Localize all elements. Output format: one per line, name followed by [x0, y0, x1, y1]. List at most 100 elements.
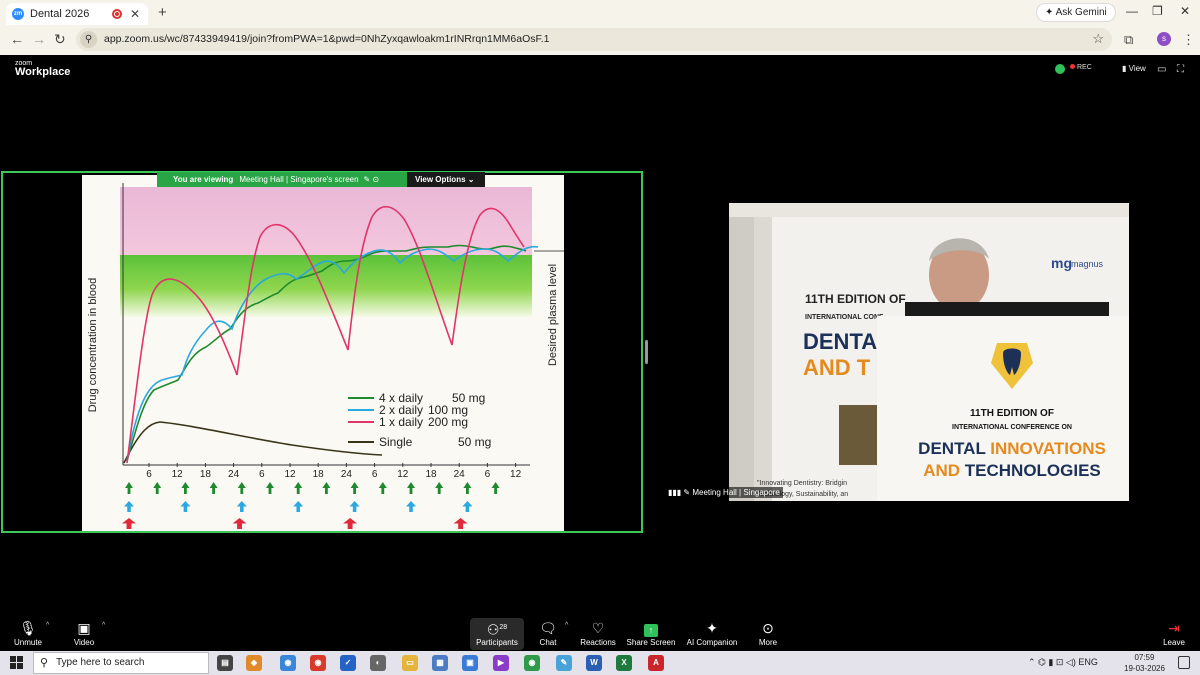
- x-tick-label: 6: [372, 469, 378, 480]
- leave-door-icon: ⇥: [1168, 620, 1180, 636]
- address-bar[interactable]: ⚲ app.zoom.us/wc/87433949419/join?fromPW…: [76, 28, 1112, 51]
- rec-label: REC: [1077, 64, 1092, 71]
- more-dots-icon: ⊙: [762, 620, 774, 636]
- pdf-app-icon[interactable]: A: [648, 655, 664, 671]
- taskbar-clock[interactable]: 07:59 19-03-2026: [1124, 652, 1165, 674]
- forward-arrow-icon[interactable]: →: [32, 31, 46, 47]
- windows-start-icon[interactable]: [10, 656, 24, 670]
- ask-gemini-button[interactable]: ✦ Ask Gemini: [1036, 3, 1116, 22]
- plasma-level-figure: Drug concentration in blood Desired plas…: [87, 183, 564, 529]
- chrome-active-app-icon[interactable]: ◉: [524, 655, 540, 671]
- more-button[interactable]: ⊙ More: [754, 618, 782, 647]
- share-screen-button[interactable]: ↑ Share Screen: [626, 618, 676, 647]
- video-label: Video: [73, 638, 95, 647]
- reactions-label: Reactions: [580, 638, 616, 647]
- store-app-icon[interactable]: ▣: [462, 655, 478, 671]
- legend: 4 x daily 50 mg 2 x daily 100 mg 1 x dai…: [348, 391, 491, 449]
- x-tick-label: 6: [146, 469, 152, 480]
- back-arrow-icon[interactable]: ←: [10, 31, 24, 47]
- unmute-button[interactable]: 🎙 Unmute: [12, 618, 44, 647]
- legend-label-one-daily: 1 x daily: [379, 415, 423, 429]
- taskbar-search-placeholder: Type here to search: [56, 657, 145, 668]
- backdrop-edition: 11TH EDITION OF: [805, 292, 906, 306]
- encryption-shield-icon[interactable]: [1055, 64, 1065, 74]
- calculator-app-icon[interactable]: ▦: [432, 655, 448, 671]
- copilot-app-icon[interactable]: ◆: [246, 655, 262, 671]
- system-tray[interactable]: ⌃ ⌬ ▮ ⊡ ◁) ENG: [1028, 657, 1098, 668]
- unmute-label: Unmute: [13, 638, 42, 647]
- green-dose-arrow-icon: [435, 482, 444, 494]
- green-dose-arrow-icon: [209, 482, 218, 494]
- notifications-icon[interactable]: [1178, 656, 1190, 669]
- lectern-title1-orange: INNOVATIONS: [990, 439, 1106, 458]
- participants-button[interactable]: ⚇28 Participants: [472, 618, 522, 647]
- taskbar-search[interactable]: ⚲ Type here to search: [33, 652, 209, 674]
- participants-label: Participants: [476, 638, 518, 647]
- calendar-app-icon[interactable]: ✓: [340, 655, 356, 671]
- red-dose-arrow-icon: [232, 518, 247, 529]
- lectern-title-line1: DENTAL INNOVATIONS: [918, 439, 1106, 458]
- task-view-icon[interactable]: ▤: [217, 655, 233, 671]
- word-app-icon[interactable]: W: [586, 655, 602, 671]
- x-tick-label: 12: [284, 469, 296, 480]
- media-app-icon[interactable]: ▶: [493, 655, 509, 671]
- view-options-button[interactable]: View Options ⌄: [407, 172, 485, 187]
- view-button[interactable]: ▮ View: [1122, 64, 1146, 73]
- browser-menu-icon[interactable]: ⋮: [1182, 32, 1195, 48]
- chat-options-caret-icon[interactable]: ^: [565, 622, 568, 629]
- photos-app-icon[interactable]: ◐: [370, 655, 386, 671]
- tab-title: Dental 2026: [30, 8, 90, 20]
- browser-tab[interactable]: zm Dental 2026 ✕: [6, 3, 148, 25]
- close-tab-icon[interactable]: ✕: [130, 7, 140, 21]
- notepad-app-icon[interactable]: ✎: [556, 655, 572, 671]
- lectern-title1-dark: DENTAL: [918, 439, 990, 458]
- video-options-caret-icon[interactable]: ^: [102, 622, 105, 629]
- svg-text:mg: mg: [1051, 255, 1072, 271]
- file-explorer-icon[interactable]: ▭: [402, 655, 418, 671]
- video-name: Meeting Hall | Singapore: [692, 488, 780, 497]
- x-tick-label: 18: [313, 469, 325, 480]
- clock-time: 07:59: [1134, 653, 1155, 662]
- site-info-icon[interactable]: ⚲: [80, 31, 97, 48]
- pin-icon[interactable]: ✎ ⊙: [364, 175, 380, 184]
- x-tick-label: 24: [341, 469, 353, 480]
- window-close-icon[interactable]: ✕: [1180, 4, 1190, 18]
- ai-companion-button[interactable]: ✦ AI Companion: [684, 618, 740, 647]
- zoom-favicon-icon: zm: [12, 8, 24, 20]
- excel-app-icon[interactable]: X: [616, 655, 632, 671]
- chrome-app-icon-2[interactable]: ◉: [310, 655, 326, 671]
- dose-arrows: [122, 482, 500, 529]
- brand-name: magnus: [1071, 259, 1104, 269]
- browser-tab-strip: zm Dental 2026 ✕ + ✦ Ask Gemini — ❐ ✕: [0, 0, 1200, 25]
- chat-button[interactable]: 🗨 Chat: [534, 618, 562, 647]
- lectern-intl: INTERNATIONAL CONFERENCE ON: [952, 424, 1072, 431]
- ask-gemini-label: Ask Gemini: [1055, 7, 1107, 18]
- reload-icon[interactable]: ↻: [54, 31, 66, 48]
- bookmark-star-icon[interactable]: ☆: [1092, 31, 1104, 47]
- new-tab-button[interactable]: +: [158, 4, 167, 21]
- url-text[interactable]: app.zoom.us/wc/87433949419/join?fromPWA=…: [104, 33, 550, 45]
- chrome-app-icon-1[interactable]: ◉: [280, 655, 296, 671]
- minimize-icon[interactable]: —: [1126, 4, 1138, 18]
- audio-options-caret-icon[interactable]: ^: [46, 622, 49, 629]
- share-screen-icon: ↑: [626, 618, 676, 638]
- rec-dot-icon: [1070, 64, 1075, 69]
- green-dose-arrow-icon: [407, 482, 415, 494]
- side-panel-icon[interactable]: ⧉: [1124, 32, 1133, 48]
- blue-dose-arrow-icon: [406, 501, 416, 512]
- fullscreen-icon[interactable]: ⛶: [1177, 64, 1184, 75]
- pip-icon[interactable]: ▭: [1157, 64, 1166, 75]
- slide-image: Drug concentration in blood Desired plas…: [82, 175, 564, 531]
- video-frame: mg magnus 11TH EDITION OF INTERNATIONAL …: [729, 203, 1129, 501]
- restore-icon[interactable]: ❐: [1152, 4, 1163, 18]
- video-button[interactable]: ▣ Video: [70, 618, 98, 647]
- green-dose-arrow-icon: [350, 482, 359, 494]
- panel-resize-handle[interactable]: [645, 340, 648, 364]
- speaker-video-tile[interactable]: mg magnus 11TH EDITION OF INTERNATIONAL …: [729, 203, 1129, 501]
- backdrop-intl: INTERNATIONAL CONF: [805, 314, 884, 321]
- leave-button[interactable]: ⇥ Leave: [1160, 618, 1188, 647]
- reactions-button[interactable]: ♡ Reactions: [578, 618, 618, 647]
- green-dose-arrow-icon: [181, 482, 190, 494]
- participants-count: 28: [499, 624, 508, 631]
- profile-avatar[interactable]: s: [1157, 32, 1171, 46]
